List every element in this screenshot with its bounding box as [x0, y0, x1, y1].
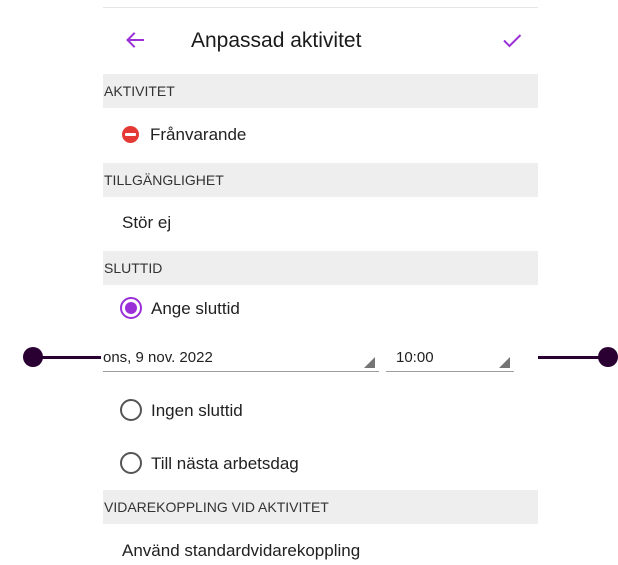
app-header: Anpassad aktivitet	[103, 8, 538, 74]
activity-status-label[interactable]: Frånvarande	[150, 125, 246, 145]
radio-label-set-end-time[interactable]: Ange sluttid	[151, 299, 240, 319]
forwarding-value[interactable]: Använd standardvidarekoppling	[122, 541, 360, 561]
arrow-left-icon	[126, 32, 144, 48]
section-header-forwarding: VIDAREKOPPLING VID AKTIVITET	[103, 490, 538, 524]
callout-dot-right	[598, 347, 618, 367]
availability-value[interactable]: Stör ej	[122, 213, 171, 233]
callout-line-left	[33, 356, 101, 359]
radio-label-no-end-time[interactable]: Ingen sluttid	[151, 401, 243, 421]
section-header-activity: AKTIVITET	[103, 74, 538, 108]
back-button[interactable]	[123, 28, 147, 52]
confirm-button[interactable]	[500, 28, 524, 52]
section-header-availability: TILLGÄNGLIGHET	[103, 163, 538, 197]
radio-set-end-time[interactable]	[120, 297, 142, 319]
dropdown-arrow-icon	[499, 357, 510, 368]
radio-selected-dot	[125, 302, 137, 314]
do-not-disturb-icon	[122, 126, 139, 143]
page: Anpassad aktivitet AKTIVITET Frånvarande…	[0, 0, 618, 565]
radio-next-workday[interactable]	[120, 452, 142, 474]
custom-activity-panel: Anpassad aktivitet AKTIVITET Frånvarande…	[103, 0, 538, 565]
radio-no-end-time[interactable]	[120, 399, 142, 421]
time-value: 10:00	[396, 349, 434, 366]
page-title: Anpassad aktivitet	[191, 29, 362, 52]
dropdown-arrow-icon	[364, 357, 375, 368]
time-dropdown[interactable]: 10:00	[386, 347, 514, 372]
date-dropdown[interactable]: ons, 9 nov. 2022	[103, 347, 379, 372]
date-value: ons, 9 nov. 2022	[103, 349, 213, 366]
radio-label-next-workday[interactable]: Till nästa arbetsdag	[151, 454, 299, 474]
check-icon	[503, 34, 522, 48]
section-header-end-time: SLUTTID	[103, 251, 538, 285]
